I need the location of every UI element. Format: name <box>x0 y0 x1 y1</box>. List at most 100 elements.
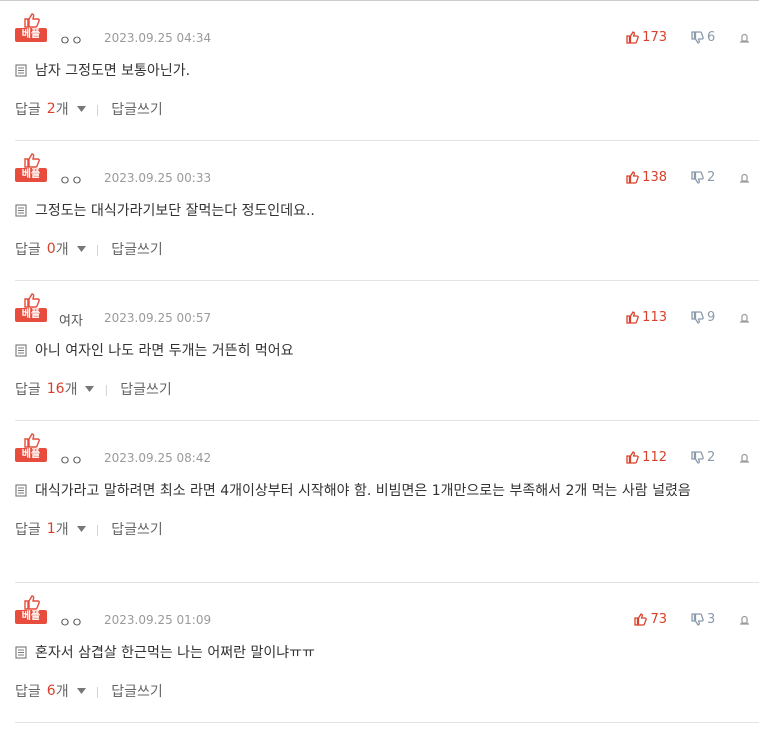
upvote-button[interactable]: 173 <box>626 30 667 45</box>
best-thumb-icon <box>24 153 40 168</box>
best-thumb-icon <box>24 595 40 610</box>
comment-header: 베플 여자 2023.09.25 00:57 113 9 <box>15 281 759 329</box>
comment-nickname[interactable]: ㅇㅇ <box>59 450 83 469</box>
comment-footer: 답글 6 개 | 답글쓰기 <box>15 681 759 701</box>
divider: | <box>95 242 100 256</box>
best-label: 베플 <box>15 28 47 42</box>
downvote-button[interactable]: 6 <box>691 30 719 45</box>
reply-label: 답글 <box>15 684 41 700</box>
vote-group: 73 3 <box>634 611 759 627</box>
write-reply-button[interactable]: 답글쓰기 <box>111 99 163 119</box>
reply-label: 답글 <box>15 242 41 258</box>
write-reply-button[interactable]: 답글쓰기 <box>120 379 172 399</box>
downvote-count: 2 <box>707 169 716 185</box>
downvote-count: 2 <box>707 449 716 465</box>
report-button[interactable] <box>739 172 750 183</box>
comment-date: 2023.09.25 01:09 <box>104 613 212 627</box>
comment-text: 아니 여자인 나도 라면 두개는 거뜬히 먹어요 <box>35 343 294 359</box>
upvote-button[interactable]: 112 <box>626 450 667 465</box>
caret-down-icon <box>76 688 86 694</box>
reply-toggle[interactable]: 답글 0 개 <box>15 239 86 259</box>
document-icon <box>15 204 27 217</box>
comment-date: 2023.09.25 00:57 <box>104 311 212 325</box>
comment-date: 2023.09.25 08:42 <box>104 451 212 465</box>
comment-header: 베플 ㅇㅇ 2023.09.25 00:33 138 2 <box>15 141 759 189</box>
comment-body: 대식가라고 말하려면 최소 라면 4개이상부터 시작해야 함. 비빔면은 1개만… <box>15 480 759 502</box>
downvote-button[interactable]: 9 <box>691 310 719 325</box>
best-label: 베플 <box>15 168 47 182</box>
document-icon <box>15 646 27 659</box>
reply-label: 답글 <box>15 522 41 538</box>
thumbs-down-icon <box>691 310 704 324</box>
best-label: 베플 <box>15 448 47 462</box>
vote-group: 112 2 <box>626 449 759 465</box>
write-reply-button[interactable]: 답글쓰기 <box>111 239 163 259</box>
report-button[interactable] <box>739 614 750 625</box>
comment-nickname[interactable]: ㅇㅇ <box>59 612 83 631</box>
upvote-button[interactable]: 73 <box>634 612 667 627</box>
comment-footer: 답글 0 개 | 답글쓰기 <box>15 239 759 259</box>
report-icon <box>740 33 749 43</box>
reply-count: 2 <box>46 101 56 117</box>
comment-body: 혼자서 삼겹살 한근먹는 나는 어쩌란 말이냐ㅠㅠ <box>15 642 759 664</box>
reply-toggle[interactable]: 답글 6 개 <box>15 681 86 701</box>
best-thumb-icon <box>24 293 40 308</box>
comment-footer: 답글 1 개 | 답글쓰기 <box>15 519 759 539</box>
reply-toggle[interactable]: 답글 16 개 <box>15 379 95 399</box>
divider: | <box>95 102 100 116</box>
downvote-button[interactable]: 2 <box>691 450 719 465</box>
reply-count: 1 <box>46 521 56 537</box>
reply-count: 0 <box>46 241 56 257</box>
comment-date: 2023.09.25 00:33 <box>104 171 212 185</box>
thumbs-up-icon <box>626 30 639 44</box>
best-thumb-icon <box>24 433 40 448</box>
upvote-count: 73 <box>650 611 667 627</box>
best-badge: 베플 <box>15 153 47 182</box>
downvote-button[interactable]: 3 <box>691 612 719 627</box>
upvote-button[interactable]: 138 <box>626 170 667 185</box>
reply-toggle[interactable]: 답글 2 개 <box>15 99 86 119</box>
comment-text: 그정도는 대식가라기보단 잘먹는다 정도인데요.. <box>35 203 315 219</box>
report-icon <box>740 453 749 463</box>
best-label: 베플 <box>15 610 47 624</box>
caret-down-icon <box>76 106 86 112</box>
report-icon <box>740 615 749 625</box>
reply-toggle[interactable]: 답글 1 개 <box>15 519 86 539</box>
report-button[interactable] <box>739 32 750 43</box>
thumbs-up-icon <box>626 450 639 464</box>
comment-header: 베플 ㅇㅇ 2023.09.25 08:42 112 2 <box>15 421 759 469</box>
divider: | <box>95 684 100 698</box>
downvote-button[interactable]: 2 <box>691 170 719 185</box>
best-badge: 베플 <box>15 595 47 624</box>
document-icon <box>15 484 27 497</box>
comment-nickname[interactable]: ㅇㅇ <box>59 30 83 49</box>
comment-item: 베플 ㅇㅇ 2023.09.25 08:42 112 2 대식가라고 말하려면 … <box>15 421 759 583</box>
report-button[interactable] <box>739 452 750 463</box>
comment-footer: 답글 16 개 | 답글쓰기 <box>15 379 759 399</box>
caret-down-icon <box>85 386 95 392</box>
write-reply-button[interactable]: 답글쓰기 <box>111 681 163 701</box>
comment-list: 베플 ㅇㅇ 2023.09.25 04:34 173 6 남자 그정도면 보통아… <box>0 0 759 723</box>
document-icon <box>15 64 27 77</box>
comment-date: 2023.09.25 04:34 <box>104 31 212 45</box>
best-label: 베플 <box>15 308 47 322</box>
best-badge: 베플 <box>15 293 47 322</box>
comment-nickname[interactable]: 여자 <box>59 310 83 329</box>
upvote-button[interactable]: 113 <box>626 310 667 325</box>
thumbs-up-icon <box>634 612 648 626</box>
thumbs-down-icon <box>691 170 704 184</box>
report-icon <box>740 313 749 323</box>
caret-down-icon <box>76 246 86 252</box>
report-button[interactable] <box>739 312 750 323</box>
downvote-count: 3 <box>707 611 716 627</box>
comment-text: 남자 그정도면 보통아닌가. <box>35 63 191 79</box>
comment-header: 베플 ㅇㅇ 2023.09.25 01:09 73 3 <box>15 583 759 631</box>
vote-group: 138 2 <box>626 169 759 185</box>
comment-item: 베플 ㅇㅇ 2023.09.25 04:34 173 6 남자 그정도면 보통아… <box>15 1 759 141</box>
reply-unit: 개 <box>55 684 69 700</box>
comment-nickname[interactable]: ㅇㅇ <box>59 170 83 189</box>
write-reply-button[interactable]: 답글쓰기 <box>111 519 163 539</box>
comment-body: 아니 여자인 나도 라면 두개는 거뜬히 먹어요 <box>15 340 759 362</box>
thumbs-down-icon <box>691 450 704 464</box>
comment-header: 베플 ㅇㅇ 2023.09.25 04:34 173 6 <box>15 1 759 49</box>
